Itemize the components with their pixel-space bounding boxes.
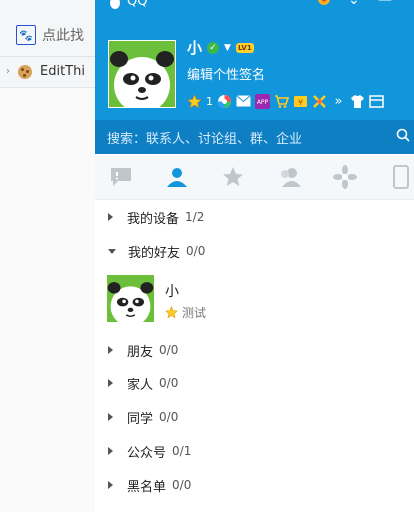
tab-contacts[interactable]: [164, 164, 190, 190]
bookmark-item[interactable]: › EditThi: [0, 64, 85, 79]
group-count: 0/0: [172, 478, 192, 492]
chat-icon: [111, 168, 131, 186]
phone-icon: [393, 165, 409, 189]
wallet-icon[interactable]: ¥: [293, 94, 308, 109]
qq-main-panel: QQ ⌄ — 小 ✓ ▼ LV1 编辑个性签名 1 APP ¥ » 搜索：联系人…: [95, 0, 414, 512]
qzone-icon[interactable]: [217, 94, 232, 109]
group-my-devices[interactable]: 我的设备 1/2: [108, 206, 204, 228]
group-label: 朋友: [127, 344, 154, 360]
tab-messages[interactable]: [108, 164, 134, 190]
group-my-friends[interactable]: 我的好友 0/0: [108, 240, 205, 262]
title-bar[interactable]: QQ ⌄ —: [95, 0, 414, 14]
skin-icon[interactable]: [317, 0, 331, 10]
cookie-icon: [18, 64, 32, 79]
manager-icon[interactable]: [369, 94, 384, 109]
baidu-paw-icon: 🐾: [16, 25, 36, 45]
expand-arrow-icon: [108, 346, 113, 354]
svg-text:¥: ¥: [298, 98, 303, 107]
shirt-icon[interactable]: [350, 94, 365, 109]
main-tabs: [95, 155, 414, 200]
chevron-right-icon: ›: [6, 66, 10, 77]
browser-search-link[interactable]: 🐾 点此找: [16, 25, 84, 45]
online-status-icon[interactable]: ✓: [207, 41, 220, 54]
search-input[interactable]: 搜索：联系人、讨论组、群、企业: [107, 128, 302, 147]
group-friends[interactable]: 朋友 0/0: [108, 339, 178, 361]
group-count: 0/1: [172, 444, 192, 458]
signature-field[interactable]: 编辑个性签名: [187, 64, 265, 83]
status-dropdown-icon[interactable]: ▼: [224, 43, 231, 53]
collapse-arrow-icon: [108, 248, 116, 254]
group-family[interactable]: 家人 0/0: [108, 372, 178, 394]
search-bar[interactable]: 搜索：联系人、讨论组、群、企业: [95, 120, 414, 154]
friend-status-text: 测试: [182, 306, 207, 320]
minimize-icon[interactable]: —: [378, 0, 392, 8]
friend-name: 小: [165, 284, 179, 300]
menu-dropdown-icon[interactable]: ⌄: [348, 0, 360, 8]
group-label: 黑名单: [127, 479, 167, 495]
group-label: 我的设备: [127, 211, 180, 227]
group-blacklist[interactable]: 黑名单 0/0: [108, 474, 191, 496]
group-label: 家人: [127, 377, 154, 393]
expand-arrow-icon: [108, 481, 113, 489]
user-nickname[interactable]: 小 ✓ ▼ LV1: [187, 37, 254, 58]
group-count: 0/0: [186, 244, 206, 258]
group-label: 同学: [127, 411, 154, 427]
tab-groups[interactable]: [276, 164, 302, 190]
search-icon[interactable]: [396, 128, 410, 142]
level-badge[interactable]: LV1: [235, 42, 254, 53]
expand-arrow-icon: [108, 379, 113, 387]
browser-toolbar: 🐾 点此找: [0, 0, 100, 57]
expand-arrow-icon: [108, 213, 113, 221]
tab-apps[interactable]: [332, 164, 358, 190]
person-icon: [167, 168, 187, 187]
shopping-cart-icon[interactable]: [274, 94, 289, 109]
svg-text:APP: APP: [257, 99, 269, 106]
star-outline-icon: [223, 167, 243, 186]
friend-avatar[interactable]: [107, 275, 154, 322]
mail-icon[interactable]: [236, 94, 251, 109]
user-avatar[interactable]: [108, 40, 176, 108]
expand-arrow-icon: [108, 413, 113, 421]
qq-header: QQ ⌄ — 小 ✓ ▼ LV1 编辑个性签名 1 APP ¥ »: [95, 0, 414, 120]
group-classmates[interactable]: 同学 0/0: [108, 406, 178, 428]
star-count: 1: [206, 94, 213, 108]
group-public-accounts[interactable]: 公众号 0/1: [108, 440, 191, 462]
app-center-icon[interactable]: APP: [255, 93, 270, 109]
group-count: 0/0: [159, 410, 179, 424]
friend-signature: 测试: [165, 304, 206, 321]
group-count: 0/0: [159, 376, 179, 390]
group-label: 我的好友: [128, 245, 181, 261]
bookmark-label: EditThi: [40, 64, 85, 79]
qq-penguin-icon: [110, 0, 120, 9]
bookmarks-bar: › EditThi: [0, 57, 100, 88]
tab-devices[interactable]: [388, 164, 414, 190]
expand-arrow-icon: [108, 447, 113, 455]
flower-icon: [333, 165, 357, 189]
friend-list-item[interactable]: 小 测试: [107, 275, 407, 325]
group-icon: [281, 168, 301, 187]
group-count: 0/0: [159, 343, 179, 357]
window-title: QQ: [127, 0, 148, 9]
group-count: 1/2: [185, 210, 205, 224]
star-level-icon: [165, 306, 178, 319]
app-shortcuts-row: 1 APP ¥ »: [187, 92, 384, 110]
star-icon[interactable]: [187, 93, 202, 109]
more-apps-icon[interactable]: »: [331, 94, 346, 109]
nickname-text: 小: [187, 39, 203, 57]
group-label: 公众号: [127, 445, 167, 461]
browser-search-label: 点此找: [42, 28, 84, 44]
games-icon[interactable]: [312, 94, 327, 109]
tab-favorites[interactable]: [220, 164, 246, 190]
